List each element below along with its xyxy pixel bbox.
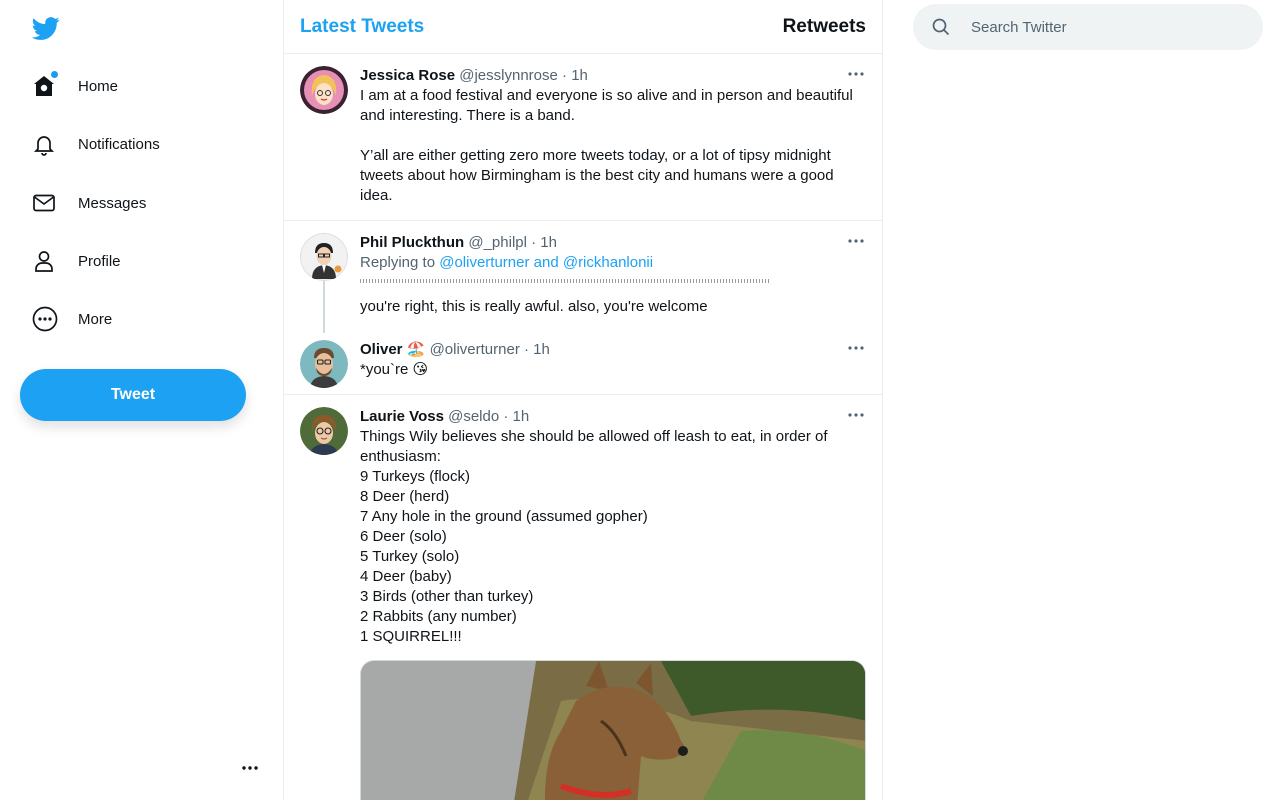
tweet[interactable]: Oliver 🏖️ @oliverturner · 1h *you`re 😘 <box>284 328 882 395</box>
sidebar-item-home[interactable]: Home <box>20 64 118 108</box>
tweet-more-icon[interactable] <box>846 407 866 423</box>
tweet-more-icon[interactable] <box>846 233 866 249</box>
tweet-time[interactable]: 1h <box>533 341 550 358</box>
avatar[interactable] <box>300 407 348 455</box>
author-handle[interactable]: @jesslynnrose <box>459 67 558 84</box>
sidebar: Home Notifications Messages Profile More… <box>0 0 284 800</box>
sidebar-item-label: More <box>78 310 113 328</box>
tweet-header: Laurie Voss @seldo · 1h <box>360 407 866 427</box>
person-icon <box>20 246 70 276</box>
author-name[interactable]: Oliver <box>360 341 403 358</box>
tab-latest-tweets[interactable]: Latest Tweets <box>300 16 424 38</box>
tweet-text: Things Wily believes she should be allow… <box>360 428 828 645</box>
sidebar-item-messages[interactable]: Messages <box>20 181 146 225</box>
avatar[interactable] <box>300 66 348 114</box>
tweet-header: Oliver 🏖️ @oliverturner · 1h <box>360 340 866 360</box>
separator: · <box>519 341 534 358</box>
tweet-text: *you`re 😘 <box>360 361 429 378</box>
envelope-icon <box>20 188 70 218</box>
separator: · <box>499 408 513 425</box>
sidebar-item-label: Messages <box>78 194 147 212</box>
author-handle[interactable]: @oliverturner <box>430 341 520 358</box>
author-name[interactable]: Laurie Voss <box>360 408 444 425</box>
tweet-button[interactable]: Tweet <box>20 369 246 421</box>
search-icon <box>932 18 950 36</box>
author-handle[interactable]: @seldo <box>448 408 499 425</box>
more-circle-icon <box>20 304 70 334</box>
replying-users-link[interactable]: @oliverturner and @rickhanlonii <box>439 254 653 271</box>
tweet-header: Jessica Rose @jesslynnrose · 1h <box>360 66 866 86</box>
twitter-logo-icon[interactable] <box>31 14 61 42</box>
author-handle[interactable]: @_philpl <box>468 234 527 251</box>
tweet-more-icon[interactable] <box>846 340 866 356</box>
replying-prefix: Replying to <box>360 254 440 271</box>
sidebar-item-label: Home <box>78 77 119 95</box>
thread: Phil Pluckthun @_philpl · 1h Replying to… <box>284 221 882 395</box>
separator: · <box>557 67 572 84</box>
notification-dot <box>51 71 58 78</box>
timeline-header: Latest Tweets Retweets <box>284 0 882 54</box>
sidebar-item-profile[interactable]: Profile <box>20 239 121 283</box>
avatar[interactable] <box>300 340 348 388</box>
tab-retweets[interactable]: Retweets <box>783 16 866 38</box>
separator: · <box>526 234 541 251</box>
timeline: Latest Tweets Retweets Jessica Rose @jes… <box>284 0 883 800</box>
tweet-header: Phil Pluckthun @_philpl · 1h <box>360 233 866 253</box>
tweet-text: you're right, this is really awful. also… <box>360 298 708 315</box>
name-emoji: 🏖️ <box>406 341 426 358</box>
account-menu-dots-icon[interactable] <box>238 758 262 778</box>
replying-to: Replying to @oliverturner and @rickhanlo… <box>360 253 866 273</box>
tweet-time[interactable]: 1h <box>571 67 588 84</box>
author-name[interactable]: Phil Pluckthun <box>360 234 464 251</box>
author-name[interactable]: Jessica Rose <box>360 67 455 84</box>
bell-icon <box>20 129 70 159</box>
tweet-text: I am at a food festival and everyone is … <box>360 87 853 204</box>
tweet[interactable]: Jessica Rose @jesslynnrose · 1h I am at … <box>284 54 882 221</box>
sidebar-item-label: Notifications <box>78 135 160 153</box>
squiggle-divider <box>360 279 770 283</box>
sidebar-item-more[interactable]: More <box>20 297 112 341</box>
tweet-time[interactable]: 1h <box>540 234 557 251</box>
avatar[interactable] <box>300 233 348 281</box>
thread-line <box>323 281 325 333</box>
tweet-media-photo[interactable] <box>360 660 866 800</box>
search-input[interactable] <box>971 18 1251 36</box>
tweet[interactable]: Laurie Voss @seldo · 1h Things Wily beli… <box>284 395 882 800</box>
tweet[interactable]: Phil Pluckthun @_philpl · 1h Replying to… <box>284 221 882 328</box>
home-icon <box>20 71 70 101</box>
tweet-more-icon[interactable] <box>846 66 866 82</box>
sidebar-item-label: Profile <box>78 252 121 270</box>
tweet-time[interactable]: 1h <box>513 408 530 425</box>
search-bar[interactable] <box>913 4 1263 50</box>
sidebar-item-notifications[interactable]: Notifications <box>20 122 160 166</box>
